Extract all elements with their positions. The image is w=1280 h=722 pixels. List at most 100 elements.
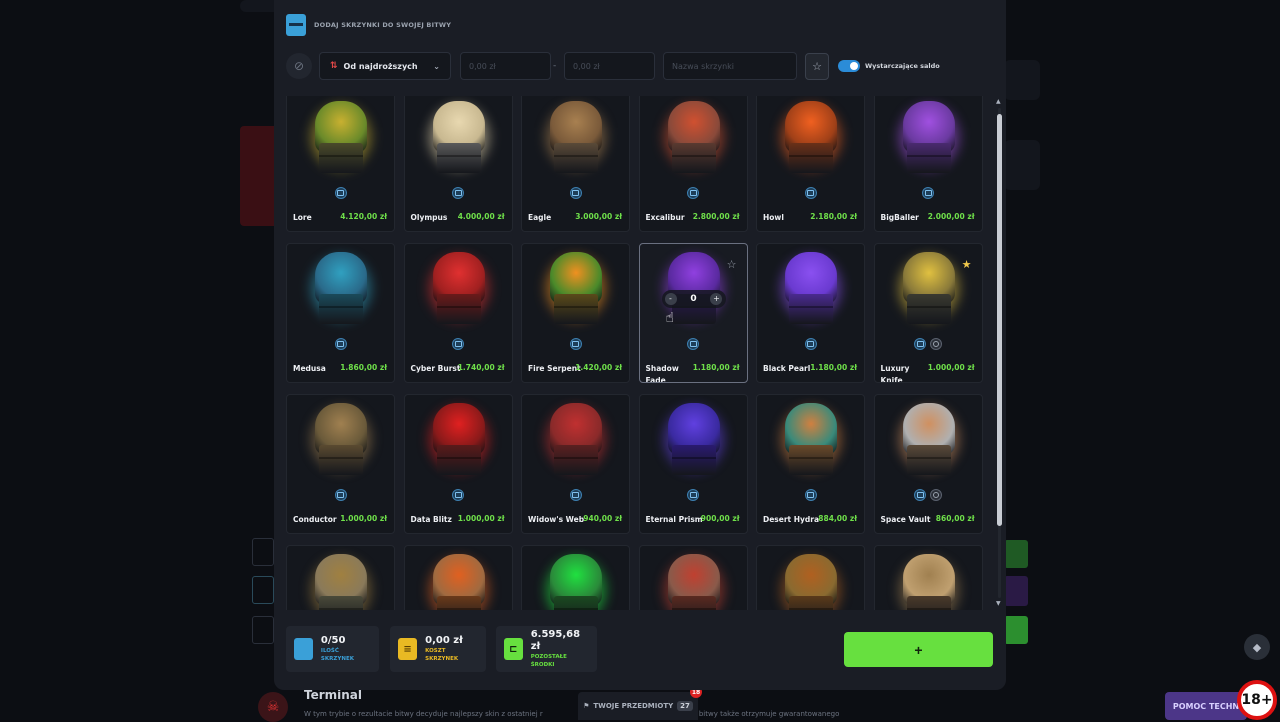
price-range-dash: - xyxy=(553,61,556,71)
case-image-box xyxy=(672,143,716,173)
case-price: 900,00 zł xyxy=(701,514,740,523)
case-image xyxy=(305,403,377,483)
case-icon xyxy=(294,638,313,660)
case-currency-icon xyxy=(452,187,464,199)
case-name: Widow's Web xyxy=(528,514,588,526)
coins-icon: ≡ xyxy=(398,638,417,660)
max-price-input[interactable] xyxy=(564,52,655,80)
case-card[interactable]: Medusa1.860,00 zł xyxy=(286,243,395,383)
case-currency-icon xyxy=(335,338,347,350)
case-cost-label: KOSZT SKRZYNEK xyxy=(425,647,478,663)
items-tab-label: TWOJE PRZEDMIOTY xyxy=(593,702,673,710)
modal-header: DODAJ SKRZYNKI DO SWOJEJ BITWY xyxy=(286,14,451,36)
case-card[interactable] xyxy=(756,545,865,610)
case-image xyxy=(893,403,965,483)
cases-grid-viewport: Lore4.120,00 złOlympus4.000,00 złEagle3.… xyxy=(286,96,986,610)
help-button[interactable]: POMOC TECHN xyxy=(1165,692,1247,720)
case-image-box xyxy=(319,596,363,610)
scroll-down-icon[interactable]: ▼ xyxy=(996,600,1001,607)
case-card[interactable]: Data Blitz1.000,00 zł xyxy=(404,394,513,534)
case-image-box xyxy=(554,445,598,475)
case-card[interactable] xyxy=(874,545,983,610)
items-icon: ⚑ xyxy=(583,702,589,710)
case-card[interactable]: Lore4.120,00 zł xyxy=(286,96,395,232)
case-name: Desert Hydra xyxy=(763,514,823,526)
background-green-button xyxy=(1004,616,1028,644)
background-button xyxy=(252,576,274,604)
case-card[interactable]: Shadow Fade1.180,00 zł☆-0+☝ xyxy=(639,243,748,383)
case-card[interactable]: Eternal Prism900,00 zł xyxy=(639,394,748,534)
case-image xyxy=(775,252,847,332)
case-badges xyxy=(640,338,747,350)
case-image xyxy=(540,101,612,181)
case-name: Space Vault xyxy=(881,514,941,526)
favorite-star-icon[interactable]: ☆ xyxy=(727,258,737,271)
increase-quantity-button[interactable]: + xyxy=(710,293,722,305)
case-image-box xyxy=(789,445,833,475)
case-image xyxy=(540,403,612,483)
scroll-up-icon[interactable]: ▲ xyxy=(996,98,1001,105)
case-image xyxy=(658,554,730,610)
background-button xyxy=(252,616,274,644)
shield-icon[interactable]: ◆ xyxy=(1244,634,1270,660)
case-badges xyxy=(875,338,982,350)
case-image-box xyxy=(554,294,598,324)
case-image xyxy=(540,252,612,332)
sufficient-balance-label: Wystarczające saldo xyxy=(865,62,940,70)
case-card[interactable]: Olympus4.000,00 zł xyxy=(404,96,513,232)
case-currency-icon xyxy=(914,489,926,501)
case-price: 2.180,00 zł xyxy=(810,212,857,221)
case-card[interactable]: BigBaller2.000,00 zł xyxy=(874,96,983,232)
case-card[interactable]: Desert Hydra884,00 zł xyxy=(756,394,865,534)
skull-icon: ☠ xyxy=(258,692,288,722)
case-card[interactable]: Cyber Burst1.740,00 zł xyxy=(404,243,513,383)
case-card[interactable]: Widow's Web940,00 zł xyxy=(521,394,630,534)
case-card[interactable] xyxy=(521,545,630,610)
favorites-star-button[interactable]: ☆ xyxy=(805,53,829,80)
case-card[interactable]: Fire Serpent1.420,00 zł xyxy=(521,243,630,383)
case-image xyxy=(423,403,495,483)
case-currency-icon xyxy=(570,187,582,199)
case-badges xyxy=(405,338,512,350)
case-card[interactable] xyxy=(639,545,748,610)
case-currency-icon xyxy=(687,187,699,199)
sort-dropdown[interactable]: ⇅ Od najdroższych ⌄ xyxy=(319,52,451,80)
case-card[interactable] xyxy=(404,545,513,610)
case-card[interactable]: Conductor1.000,00 zł xyxy=(286,394,395,534)
case-card[interactable] xyxy=(286,545,395,610)
case-card[interactable]: Space Vault860,00 zł xyxy=(874,394,983,534)
case-card[interactable]: Black Pearl1.180,00 zł xyxy=(756,243,865,383)
case-image xyxy=(775,101,847,181)
case-name-search-input[interactable] xyxy=(663,52,797,80)
case-card[interactable]: Howl2.180,00 zł xyxy=(756,96,865,232)
filter-reset-icon[interactable]: ⊘ xyxy=(286,53,312,79)
case-info-icon xyxy=(930,338,942,350)
case-cost-value: 0,00 zł xyxy=(425,635,478,647)
case-image-box xyxy=(789,596,833,610)
case-image-box xyxy=(907,445,951,475)
case-currency-icon xyxy=(570,338,582,350)
case-image xyxy=(305,554,377,610)
scrollbar-thumb[interactable] xyxy=(997,114,1002,526)
your-items-tab[interactable]: ⚑ TWOJE PRZEDMIOTY 27 18 xyxy=(578,692,698,720)
grid-scrollbar[interactable]: ▲ ▼ xyxy=(995,96,1003,610)
add-cases-button[interactable]: + xyxy=(844,632,993,667)
case-card[interactable]: Luxury Knife1.000,00 zł★ xyxy=(874,243,983,383)
min-price-input[interactable] xyxy=(460,52,551,80)
background-panel xyxy=(1004,140,1040,190)
case-price: 1.000,00 zł xyxy=(458,514,505,523)
case-price: 4.000,00 zł xyxy=(458,212,505,221)
favorite-star-icon[interactable]: ★ xyxy=(962,258,972,271)
case-card[interactable]: Excalibur2.800,00 zł xyxy=(639,96,748,232)
case-count-value: 0/50 xyxy=(321,635,371,647)
case-badges xyxy=(522,489,629,501)
case-image-box xyxy=(907,596,951,610)
case-badges xyxy=(522,338,629,350)
case-currency-icon xyxy=(922,187,934,199)
case-card[interactable]: Eagle3.000,00 zł xyxy=(521,96,630,232)
case-image xyxy=(305,252,377,332)
decrease-quantity-button[interactable]: - xyxy=(665,293,677,305)
quantity-stepper: -0+ xyxy=(662,290,726,308)
sufficient-balance-toggle[interactable] xyxy=(838,60,860,72)
hand-cursor-icon: ☝ xyxy=(666,310,675,326)
